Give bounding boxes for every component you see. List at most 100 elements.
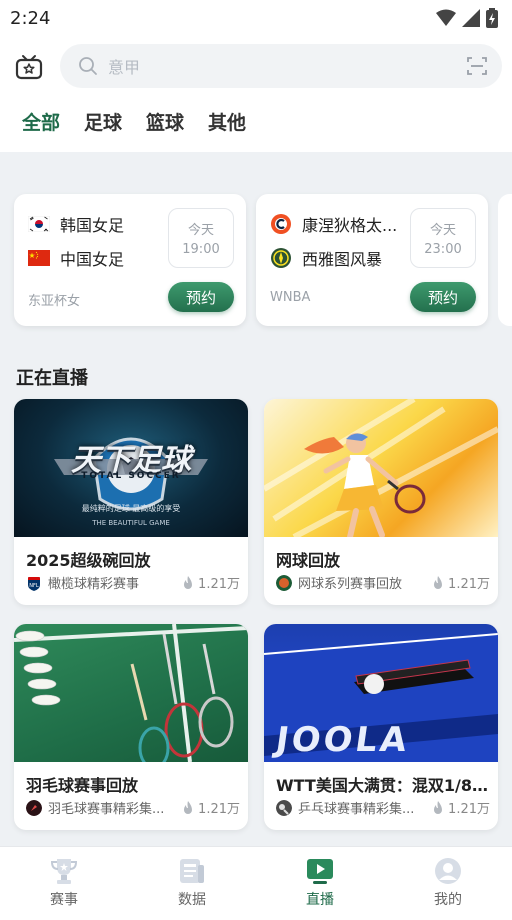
tv-button[interactable] xyxy=(14,52,44,82)
table-tennis-avatar-icon xyxy=(276,799,292,816)
live-card[interactable]: 网球回放 网球系列赛事回放 1.21万 xyxy=(264,399,498,605)
live-card-meta: NFL 橄榄球精彩赛事 1.21万 xyxy=(26,573,240,592)
roland-garros-avatar-icon xyxy=(276,574,292,591)
flame-icon xyxy=(184,800,193,814)
search-icon xyxy=(79,57,97,75)
thumb-subtitle: TOTAL SOCCER xyxy=(81,471,181,481)
seattle-storm-logo-icon xyxy=(271,248,291,268)
live-card-meta: 网球系列赛事回放 1.21万 xyxy=(276,573,490,592)
scan-icon[interactable] xyxy=(466,55,488,77)
home-team-name: 韩国女足 xyxy=(60,216,125,235)
match-card-peek[interactable] xyxy=(498,194,512,326)
connecticut-sun-logo-icon xyxy=(271,214,291,234)
away-team: 西雅图风暴 xyxy=(270,246,382,270)
home-team: 韩国女足 xyxy=(28,212,124,236)
channel-name: 橄榄球精彩赛事 xyxy=(48,577,140,592)
live-section-title: 正在直播 xyxy=(16,368,88,389)
nav-item-data[interactable]: 数据 xyxy=(128,847,256,920)
away-team-name: 西雅图风暴 xyxy=(302,250,383,269)
live-card[interactable]: 羽毛球赛事回放 羽毛球赛事精彩集... 1.21万 xyxy=(14,624,248,830)
tab-basketball[interactable]: 篮球 xyxy=(146,108,184,135)
live-thumbnail: 最纯粹的足球 最高级的享受 THE BEAUTIFUL GAME 天下足球 TO… xyxy=(14,399,248,537)
nav-item-live[interactable]: 直播 xyxy=(256,847,384,920)
channel-name: 乒乓球赛事精彩集... xyxy=(298,802,415,817)
away-team: 中国女足 xyxy=(28,246,124,270)
heat-count: 1.21万 xyxy=(182,798,240,817)
news-icon xyxy=(180,859,204,883)
heat-value: 1.21万 xyxy=(198,802,240,817)
heat-count: 1.21万 xyxy=(432,573,490,592)
china-flag-icon xyxy=(28,250,50,266)
match-hour: 23:00 xyxy=(424,242,462,257)
svg-text:NFL: NFL xyxy=(29,583,39,589)
match-day: 今天 xyxy=(187,223,214,238)
signal-icon xyxy=(462,9,480,27)
thumb-brand: JOOLA xyxy=(273,720,413,760)
heat-value: 1.21万 xyxy=(448,802,490,817)
status-time: 2:24 xyxy=(10,7,51,29)
flame-icon xyxy=(434,800,443,814)
nav-item-events[interactable]: 赛事 xyxy=(0,847,128,920)
live-card-title: 羽毛球赛事回放 xyxy=(26,776,139,795)
home-team: 康涅狄格太... xyxy=(270,212,397,236)
heat-count: 1.21万 xyxy=(182,573,240,592)
home-team-name: 康涅狄格太... xyxy=(302,216,398,235)
match-time: 今天 19:00 xyxy=(168,208,234,268)
match-card[interactable]: 康涅狄格太... 西雅图风暴 今天 23:00 WNBA 预约 xyxy=(256,194,488,326)
reserve-button[interactable]: 预约 xyxy=(410,282,476,312)
flame-icon xyxy=(184,575,193,589)
heat-value: 1.21万 xyxy=(198,577,240,592)
live-card-meta: 羽毛球赛事精彩集... 1.21万 xyxy=(26,798,240,817)
bottom-nav: 赛事 数据 直播 我的 xyxy=(0,846,512,920)
channel-name: 网球系列赛事回放 xyxy=(298,577,403,592)
status-bar: 2:24 xyxy=(0,0,512,36)
tab-other[interactable]: 其他 xyxy=(208,108,246,135)
tv-star-icon xyxy=(15,55,43,80)
wifi-icon xyxy=(436,9,456,26)
live-card[interactable]: 最纯粹的足球 最高级的享受 THE BEAUTIFUL GAME 天下足球 TO… xyxy=(14,399,248,605)
tab-football[interactable]: 足球 xyxy=(84,108,122,135)
league-name: WNBA xyxy=(270,290,311,305)
heat-value: 1.21万 xyxy=(448,577,490,592)
live-thumbnail xyxy=(14,624,248,762)
nav-label: 赛事 xyxy=(50,892,78,908)
badminton-avatar-icon xyxy=(26,799,42,816)
play-tv-icon xyxy=(307,859,333,884)
live-card[interactable]: JOOLA WTT美国大满贯：混双1/8... 乒乓球赛事精彩集... 1.21… xyxy=(264,624,498,830)
category-tabs: 全部 足球 篮球 其他 xyxy=(22,108,246,135)
nav-label: 直播 xyxy=(306,892,334,908)
live-card-title: 2025超级碗回放 xyxy=(26,551,151,570)
channel-name: 羽毛球赛事精彩集... xyxy=(48,802,165,817)
user-icon xyxy=(435,858,461,884)
league-name: 东亚杯女 xyxy=(28,294,81,309)
trophy-icon xyxy=(50,859,78,884)
thumb-caption-2: THE BEAUTIFUL GAME xyxy=(91,519,170,527)
match-hour: 19:00 xyxy=(182,242,220,257)
nav-label: 我的 xyxy=(434,892,462,908)
header: 意甲 全部 足球 篮球 其他 xyxy=(0,36,512,152)
tab-all[interactable]: 全部 xyxy=(22,108,60,135)
reserve-button[interactable]: 预约 xyxy=(168,282,234,312)
match-time: 今天 23:00 xyxy=(410,208,476,268)
live-thumbnail xyxy=(264,399,498,537)
battery-icon xyxy=(486,8,498,28)
tennis-player-illustration xyxy=(264,399,498,537)
search-placeholder: 意甲 xyxy=(108,58,141,77)
flame-icon xyxy=(434,575,443,589)
search-input[interactable]: 意甲 xyxy=(60,44,502,88)
nav-item-me[interactable]: 我的 xyxy=(384,847,512,920)
away-team-name: 中国女足 xyxy=(60,250,125,269)
live-card-title: WTT美国大满贯：混双1/8... xyxy=(276,776,490,795)
nfl-avatar-icon: NFL xyxy=(28,576,40,591)
live-card-meta: 乒乓球赛事精彩集... 1.21万 xyxy=(276,798,490,817)
match-card[interactable]: 韩国女足 中国女足 今天 19:00 东亚杯女 预约 xyxy=(14,194,246,326)
live-thumbnail: JOOLA xyxy=(264,624,498,762)
status-icons xyxy=(436,8,498,28)
match-day: 今天 xyxy=(429,223,456,238)
nav-label: 数据 xyxy=(178,892,206,908)
korea-flag-icon xyxy=(28,216,50,232)
live-card-title: 网球回放 xyxy=(276,551,341,570)
heat-count: 1.21万 xyxy=(432,798,490,817)
thumb-caption-1: 最纯粹的足球 最高级的享受 xyxy=(82,503,181,513)
badminton-rackets-illustration xyxy=(14,624,248,762)
